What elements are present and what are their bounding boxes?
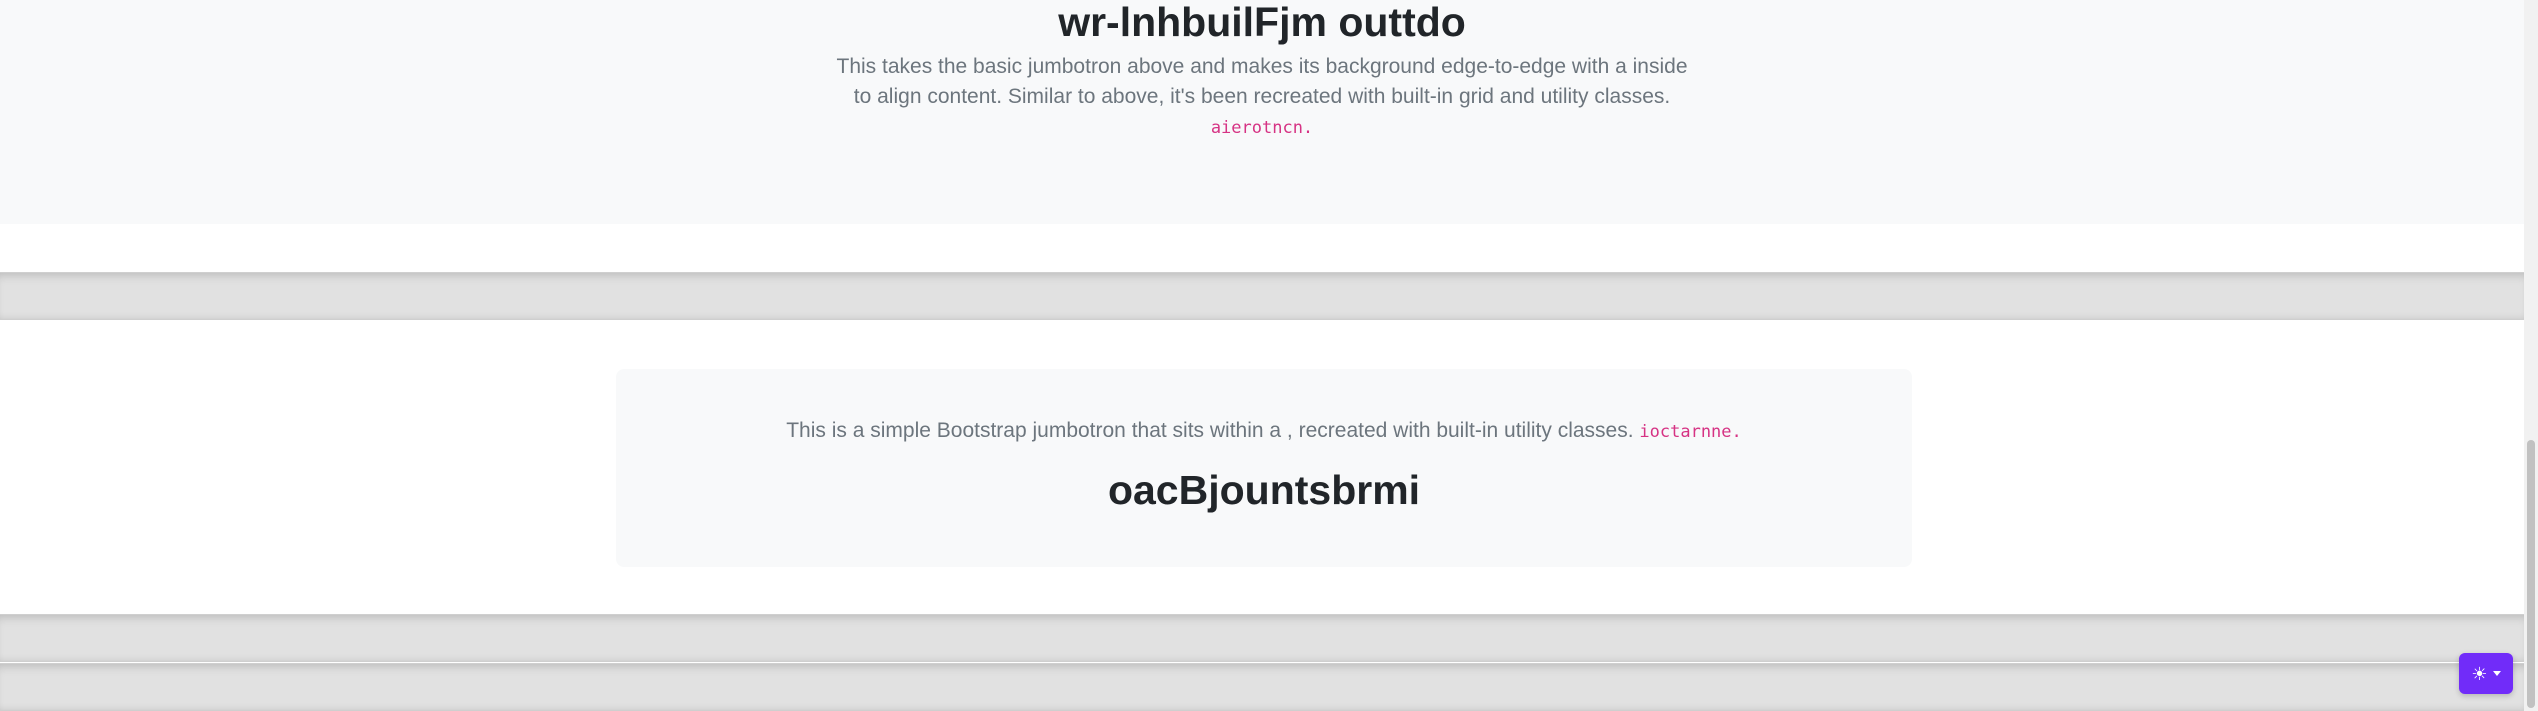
jumbotron-fluid-lead: This takes the basic jumbotron above and… (830, 52, 1694, 143)
jumbotron-fluid-lead-text: This takes the basic jumbotron above and… (836, 55, 1688, 108)
section-divider (0, 663, 2524, 711)
jumbotron-contained-lead: This is a simple Bootstrap jumbotron tha… (616, 416, 1912, 447)
jumbotron-fluid: wr-lnhbuilFjm outtdo This takes the basi… (0, 0, 2524, 224)
page-scrollbar[interactable] (2524, 0, 2538, 711)
section-divider (0, 272, 2524, 320)
chevron-down-icon (2492, 671, 2501, 676)
jumbotron-fluid-code: aierotncn. (1210, 118, 1314, 138)
section-divider (0, 614, 2524, 662)
theme-toggle-button[interactable]: ☀ (2459, 653, 2513, 694)
jumbotron-contained: This is a simple Bootstrap jumbotron tha… (616, 369, 1912, 567)
scrollbar-thumb[interactable] (2527, 440, 2535, 708)
sun-icon: ☀ (2471, 663, 2488, 684)
jumbotron-fluid-title: wr-lnhbuilFjm outtdo (1058, 0, 1466, 45)
jumbotron-contained-title: oacBjountsbrmi (1107, 467, 1421, 513)
jumbotron-contained-lead-text: This is a simple Bootstrap jumbotron tha… (786, 419, 1640, 442)
page-viewport: wr-lnhbuilFjm outtdo This takes the basi… (0, 0, 2524, 711)
jumbotron-contained-code: ioctarnne. (1639, 422, 1742, 442)
